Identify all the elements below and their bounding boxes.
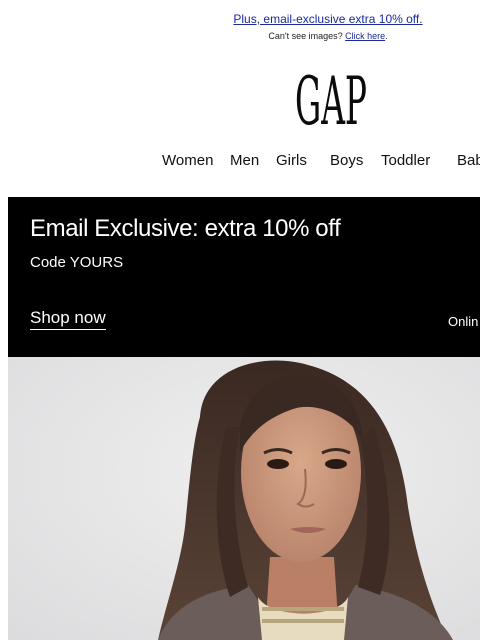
cant-see-images-text: Can't see images? bbox=[268, 31, 343, 41]
nav-item-toddler[interactable]: Toddler bbox=[381, 152, 430, 169]
nav-item-boys[interactable]: Boys bbox=[330, 152, 363, 169]
category-nav: Women Men Girls Boys Toddler Bab bbox=[0, 152, 480, 174]
hero-image[interactable] bbox=[8, 357, 480, 640]
nav-item-baby[interactable]: Bab bbox=[457, 152, 480, 169]
view-in-browser-line: Can't see images? Click here. bbox=[0, 31, 480, 41]
nav-item-men[interactable]: Men bbox=[230, 152, 259, 169]
promo-banner[interactable]: Email Exclusive: extra 10% off Code YOUR… bbox=[8, 197, 480, 357]
logo-text: GAP bbox=[295, 68, 367, 128]
shop-now-button[interactable]: Shop now bbox=[30, 308, 106, 330]
nav-item-women[interactable]: Women bbox=[162, 152, 213, 169]
promo-side-text: Onlin bbox=[448, 314, 479, 329]
period-text: . bbox=[385, 31, 388, 41]
preheader: Plus, email-exclusive extra 10% off. Can… bbox=[0, 10, 480, 41]
promo-title: Email Exclusive: extra 10% off bbox=[30, 215, 341, 242]
nav-item-girls[interactable]: Girls bbox=[276, 152, 307, 169]
girl-portrait-photo-icon bbox=[8, 357, 480, 640]
email-page: Plus, email-exclusive extra 10% off. Can… bbox=[0, 0, 480, 640]
gap-logo[interactable]: GAP bbox=[293, 68, 369, 128]
email-offer-link[interactable]: Plus, email-exclusive extra 10% off. bbox=[233, 12, 422, 26]
promo-code: Code YOURS bbox=[30, 254, 124, 271]
click-here-link[interactable]: Click here bbox=[345, 31, 385, 41]
